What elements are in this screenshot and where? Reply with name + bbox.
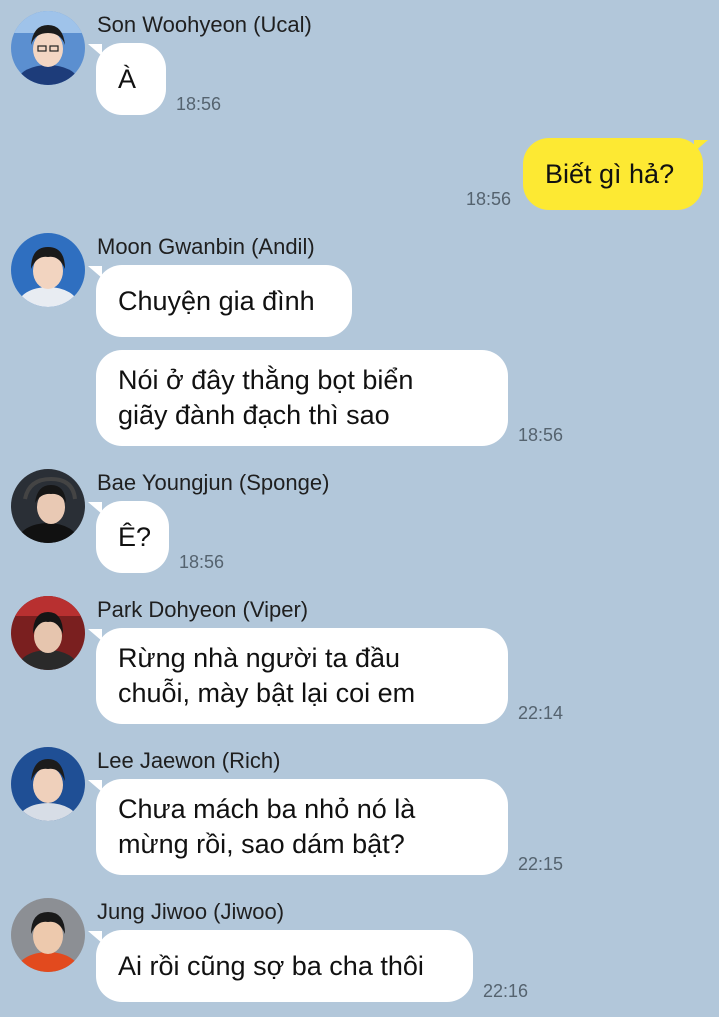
sender-name: Park Dohyeon (Viper): [97, 597, 309, 622]
message-text-line: Rừng nhà người ta đầu: [118, 643, 401, 673]
avatar-viper-icon: [11, 596, 85, 670]
message-bubble[interactable]: Nói ở đây thằng bọt biển giãy đành đạch …: [96, 350, 508, 446]
message-bubble[interactable]: À: [96, 43, 166, 115]
sender-name: Jung Jiwoo (Jiwoo): [97, 899, 285, 924]
message-bubble[interactable]: Ê?: [96, 501, 169, 573]
avatar[interactable]: [11, 233, 85, 307]
message-bubble[interactable]: Chuyện gia đình: [96, 265, 352, 337]
message-time: 22:14: [518, 703, 564, 723]
avatar[interactable]: [11, 898, 85, 972]
message-text: Ai rồi cũng sợ ba cha thôi: [118, 950, 424, 981]
message-text-line: giãy đành đạch thì sao: [118, 400, 390, 430]
sender-name: Lee Jaewon (Rich): [97, 748, 281, 773]
avatar[interactable]: [11, 596, 85, 670]
avatar[interactable]: [11, 11, 85, 85]
avatar-ucal-icon: [11, 11, 85, 85]
message-time: 18:56: [179, 552, 225, 572]
message-text: Ê?: [118, 521, 152, 552]
message-text: À: [118, 63, 137, 94]
avatar-jiwoo-icon: [11, 898, 85, 972]
avatar-rich-icon: [11, 747, 85, 821]
message-time: 18:56: [518, 425, 564, 445]
sender-name: Moon Gwanbin (Andil): [97, 234, 315, 259]
message-time: 22:16: [483, 981, 529, 1001]
message-bubble[interactable]: Rừng nhà người ta đầu chuỗi, mày bật lại…: [96, 628, 508, 724]
avatar-andil-icon: [11, 233, 85, 307]
message-text-line: Nói ở đây thằng bọt biển: [118, 365, 414, 395]
avatar-sponge-icon: [11, 469, 85, 543]
message-time: 18:56: [176, 94, 222, 114]
sender-name: Son Woohyeon (Ucal): [97, 12, 312, 37]
message-text-line: Chưa mách ba nhỏ nó là: [118, 794, 416, 824]
bubble-tail: [694, 140, 708, 152]
message-bubble[interactable]: Chưa mách ba nhỏ nó là mừng rồi, sao dám…: [96, 779, 508, 875]
own-message-bubble[interactable]: Biết gì hả?: [523, 138, 703, 210]
sender-name: Bae Youngjun (Sponge): [97, 470, 330, 495]
message-time: 18:56: [466, 189, 512, 209]
message-bubble[interactable]: Ai rồi cũng sợ ba cha thôi: [96, 930, 473, 1002]
avatar[interactable]: [11, 747, 85, 821]
message-text-line: chuỗi, mày bật lại coi em: [118, 678, 416, 708]
avatar[interactable]: [11, 469, 85, 543]
message-text: Chuyện gia đình: [118, 285, 315, 316]
message-time: 22:15: [518, 854, 564, 874]
message-text-line: mừng rồi, sao dám bật?: [118, 829, 405, 859]
message-text: Biết gì hả?: [545, 158, 675, 189]
